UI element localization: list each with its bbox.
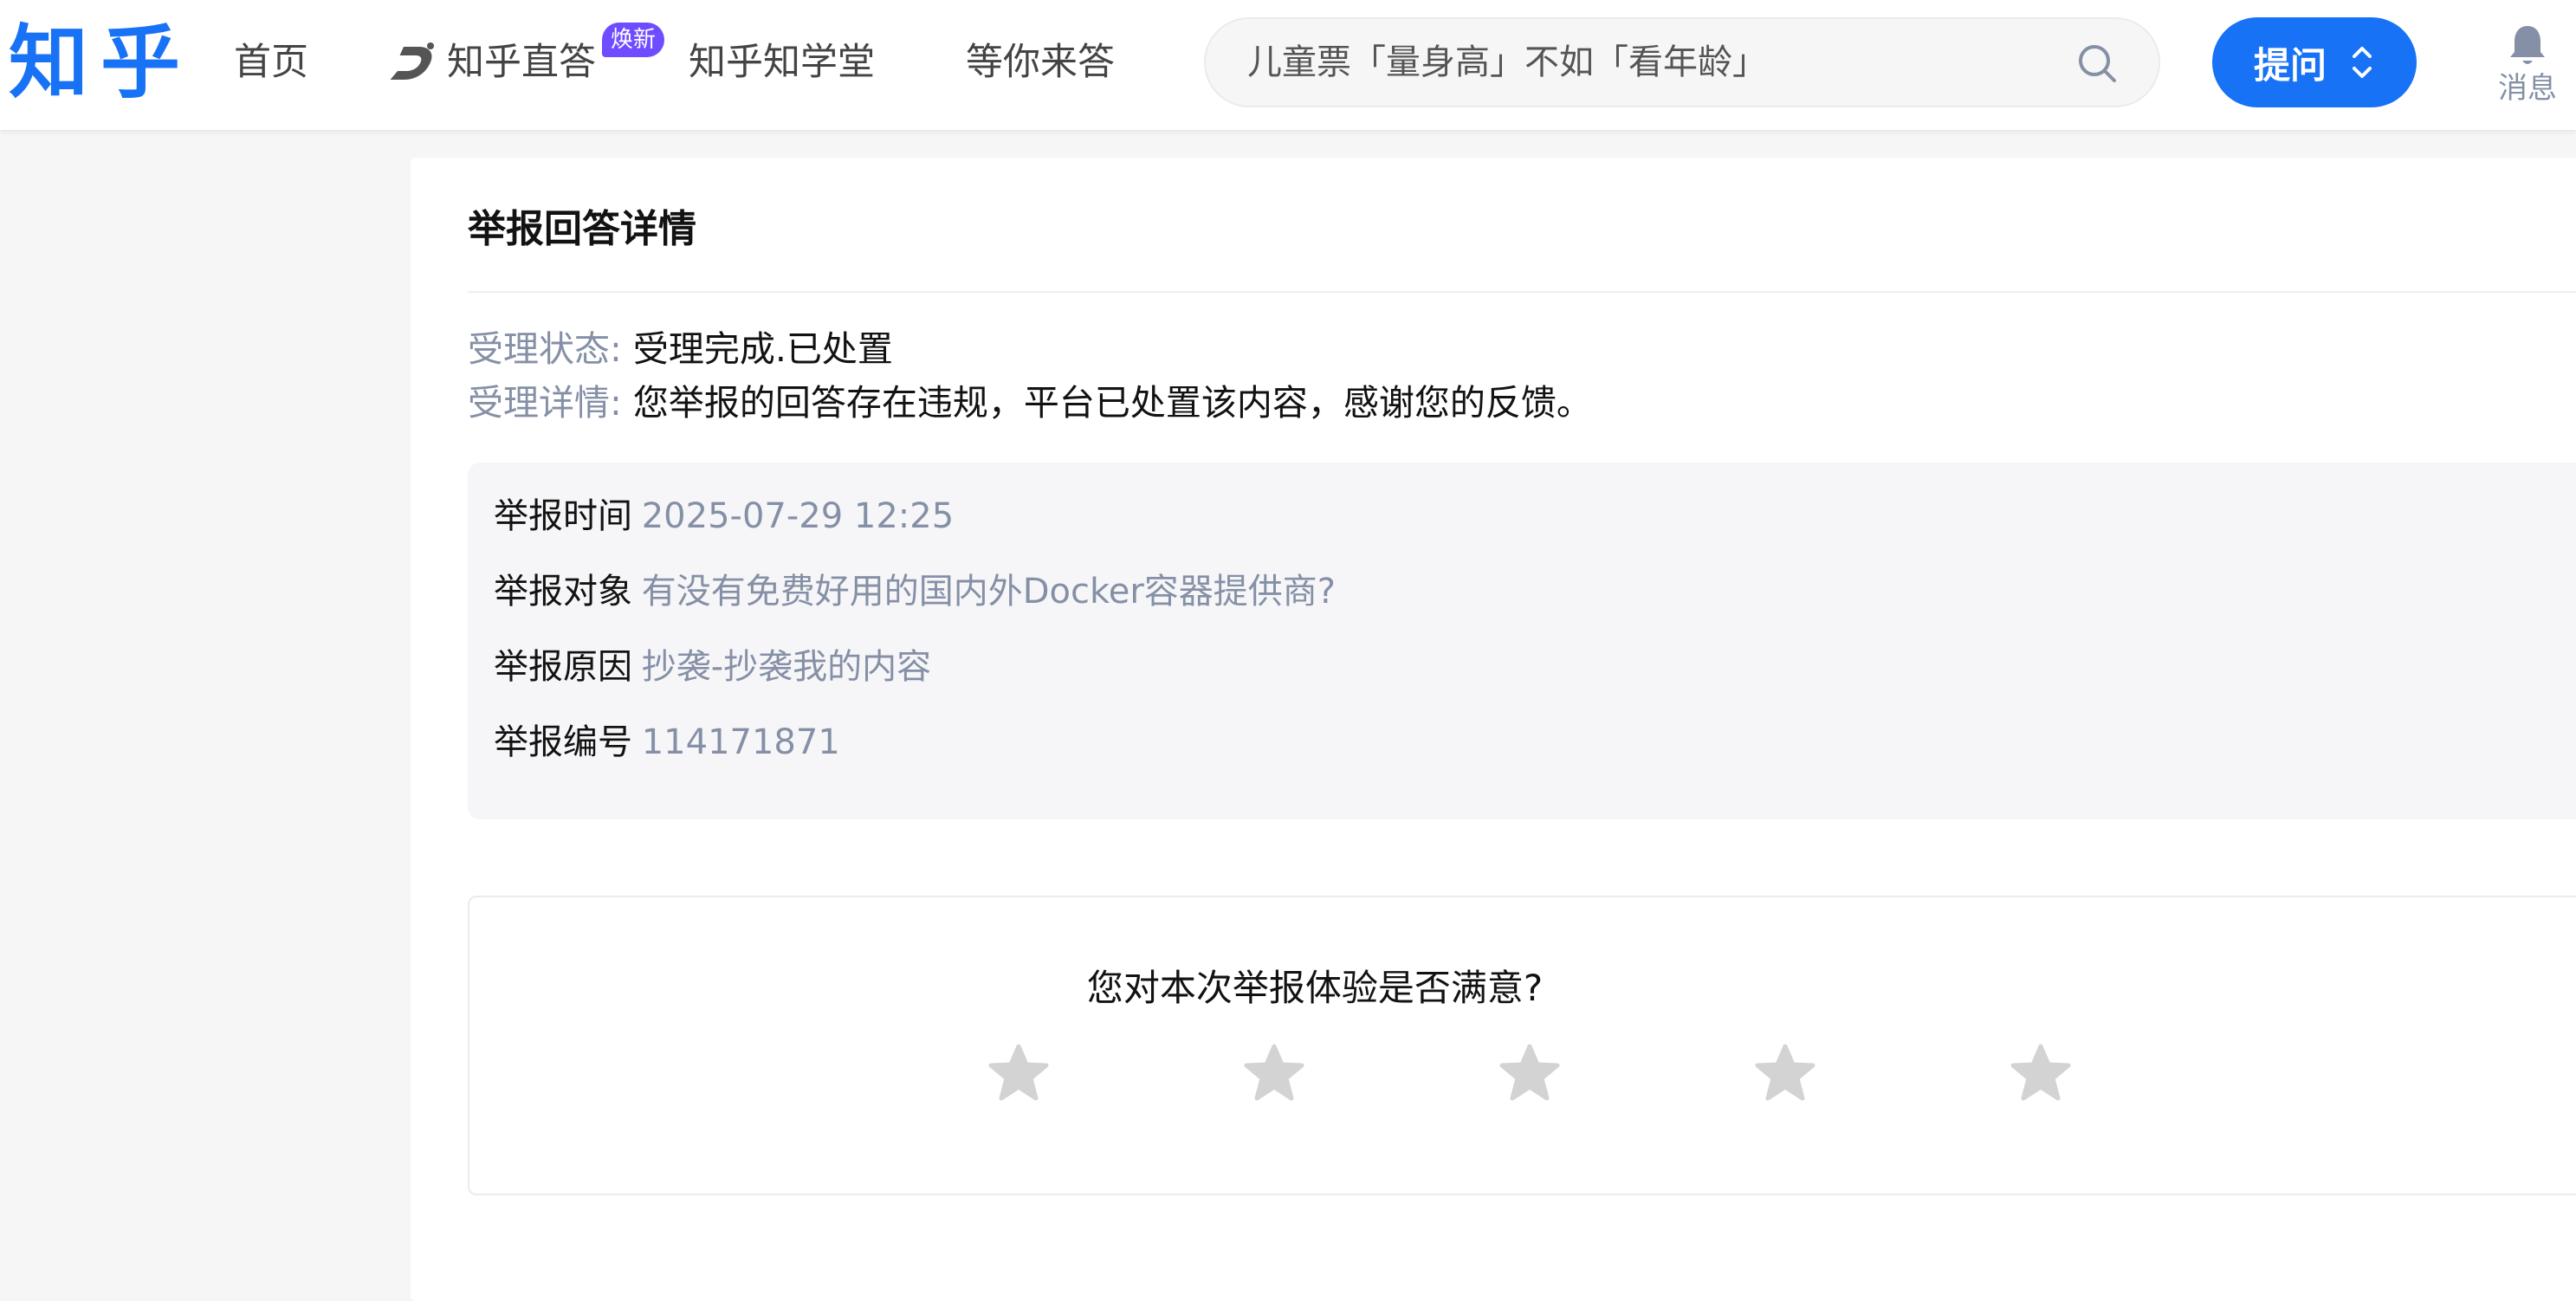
process-detail-row: 受理详情: 您举报的回答存在违规，平台已处置该内容，感谢您的反馈。: [468, 376, 1592, 430]
bell-icon: [2510, 26, 2545, 64]
nav-zhida[interactable]: 知乎直答: [390, 35, 596, 90]
ask-question-button[interactable]: 提问: [2212, 17, 2417, 107]
report-target-value[interactable]: 有没有免费好用的国内外Docker容器提供商?: [642, 572, 1336, 612]
report-id-row: 举报编号 114171871: [494, 716, 840, 768]
process-status-value: 受理完成.已处置: [632, 328, 893, 370]
messages-label: 消息: [2498, 71, 2557, 106]
title-divider: [468, 291, 2576, 293]
report-time-row: 举报时间 2025-07-29 12:25: [494, 490, 954, 542]
nav-wait-for-answer[interactable]: 等你来答: [966, 35, 1115, 90]
messages-button[interactable]: 消息: [2493, 17, 2562, 113]
report-id-value: 114171871: [641, 722, 840, 762]
nav-home[interactable]: 首页: [234, 35, 308, 90]
report-reason-value: 抄袭-抄袭我的内容: [641, 647, 932, 687]
report-reason-row: 举报原因 抄袭-抄袭我的内容: [494, 641, 931, 693]
report-time-value: 2025-07-29 12:25: [641, 496, 955, 536]
process-status-label: 受理状态:: [468, 328, 622, 370]
report-time-label: 举报时间: [494, 496, 632, 536]
process-detail-value: 您举报的回答存在违规，平台已处置该内容，感谢您的反馈。: [632, 382, 1592, 424]
report-id-label: 举报编号: [494, 722, 632, 762]
star-icon[interactable]: [2010, 1043, 2072, 1104]
nav-xuetang[interactable]: 知乎知学堂: [689, 35, 875, 90]
report-target-label: 举报对象: [494, 572, 632, 612]
report-target-row: 举报对象 有没有免费好用的国内外Docker容器提供商?: [494, 566, 1336, 618]
process-detail-label: 受理详情:: [468, 382, 622, 424]
star-icon[interactable]: [1243, 1043, 1305, 1104]
star-icon[interactable]: [987, 1043, 1050, 1104]
star-icon[interactable]: [1498, 1043, 1561, 1104]
page-title: 举报回答详情: [468, 207, 696, 251]
nav-zhida-label: 知乎直答: [447, 41, 596, 84]
zhihu-logo[interactable]: 知乎: [9, 12, 192, 114]
zhida-d-icon: [390, 42, 434, 80]
satisfaction-question: 您对本次举报体验是否满意?: [1086, 967, 1544, 1009]
ask-button-label: 提问: [2253, 43, 2327, 87]
report-info-box: 举报时间 2025-07-29 12:25 举报对象 有没有免费好用的国内外Do…: [468, 463, 2576, 819]
process-status-row: 受理状态: 受理完成.已处置: [468, 322, 893, 376]
top-navigation-bar: 知乎 首页 知乎直答 焕新 知乎知学堂 等你来答 提问 消息: [0, 0, 2576, 130]
report-reason-label: 举报原因: [494, 647, 632, 687]
report-detail-card: 举报回答详情 受理状态: 受理完成.已处置 受理详情: 您举报的回答存在违规，平…: [411, 158, 2576, 1301]
search-icon[interactable]: [2075, 42, 2119, 85]
satisfaction-rating-box: 您对本次举报体验是否满意?: [468, 896, 2576, 1195]
star-icon[interactable]: [1754, 1043, 1816, 1104]
search-bar: [1204, 17, 2160, 107]
search-input[interactable]: [1247, 19, 2044, 106]
new-badge: 焕新: [602, 23, 665, 57]
chevron-up-down-icon: [2353, 47, 2372, 78]
